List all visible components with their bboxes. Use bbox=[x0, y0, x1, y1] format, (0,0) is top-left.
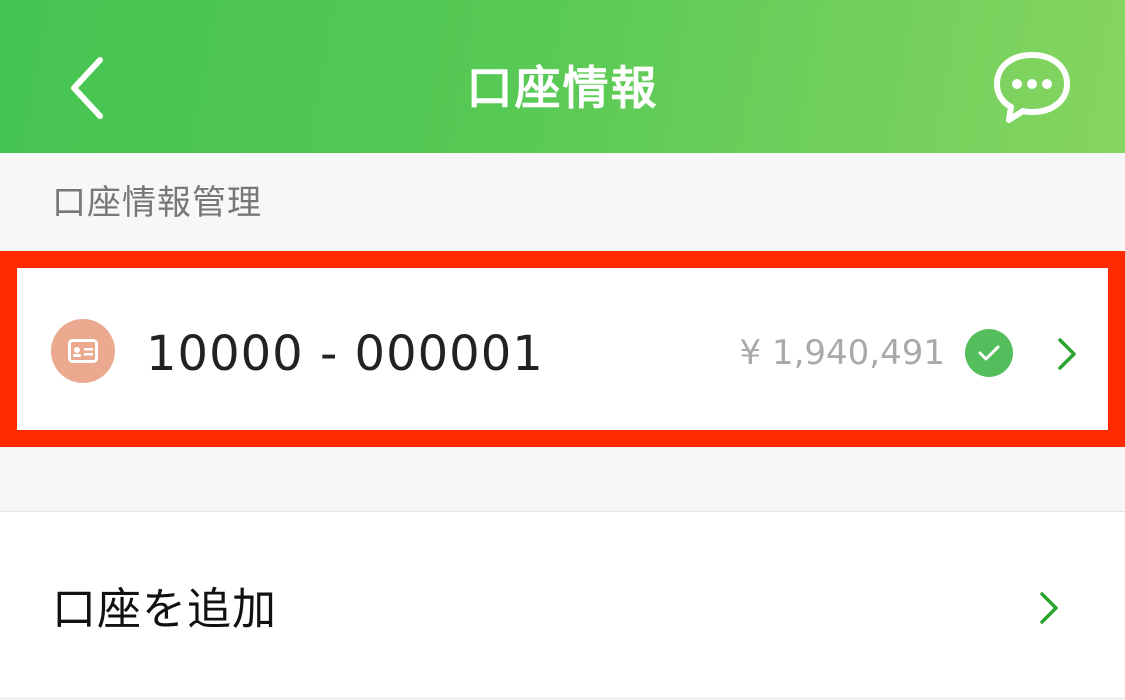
chevron-right-icon bbox=[1037, 590, 1061, 626]
section-label: 口座情報管理 bbox=[52, 183, 262, 223]
app-header: 口座情報 bbox=[0, 0, 1125, 153]
check-circle-icon bbox=[965, 329, 1013, 377]
chat-button[interactable] bbox=[990, 50, 1074, 124]
add-account-label: 口座を追加 bbox=[52, 584, 277, 635]
account-number: 10000 - 000001 bbox=[146, 326, 544, 382]
card-icon bbox=[51, 319, 115, 383]
chat-bubble-icon bbox=[994, 52, 1070, 123]
page-title: 口座情報 bbox=[466, 61, 659, 115]
chevron-right-icon bbox=[1055, 336, 1079, 372]
account-balance: ¥ 1,940,491 bbox=[739, 333, 945, 373]
add-account-row[interactable]: 口座を追加 bbox=[0, 511, 1125, 699]
account-row[interactable]: 10000 - 000001 ¥ 1,940,491 bbox=[0, 251, 1125, 447]
